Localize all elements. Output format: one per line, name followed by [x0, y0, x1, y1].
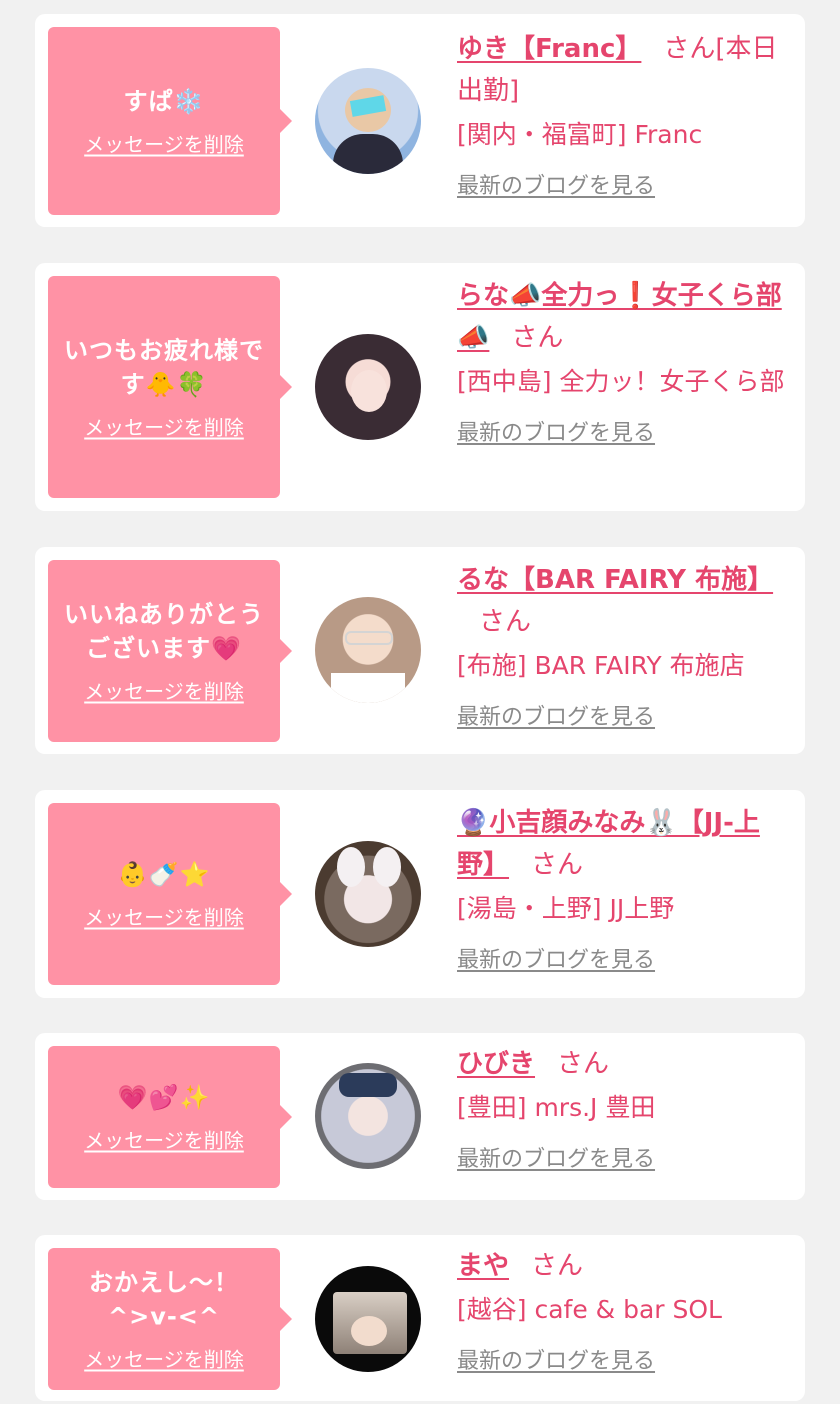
- delete-message-link[interactable]: メッセージを削除: [84, 129, 244, 158]
- avatar[interactable]: [315, 597, 421, 703]
- san-suffix: さん: [531, 850, 584, 880]
- member-info: ひびき さん [豊田] mrs.J 豊田 最新のブログを見る: [457, 1043, 787, 1173]
- member-name-link[interactable]: ゆき【Franc】: [457, 34, 641, 64]
- member-name-link[interactable]: るな【BAR FAIRY 布施】: [457, 565, 773, 595]
- message-text: すぱ❄️: [123, 87, 205, 116]
- view-blog-link[interactable]: 最新のブログを見る: [457, 1343, 655, 1375]
- delete-message-link[interactable]: メッセージを削除: [84, 412, 244, 441]
- member-info: まや さん [越谷] cafe & bar SOL 最新のブログを見る: [457, 1245, 787, 1375]
- message-card: おかえし〜！^>v-<^ メッセージを削除 まや さん [越谷] cafe & b…: [35, 1235, 805, 1401]
- member-name-link[interactable]: らな📣全力っ❗女子くら部📣: [457, 281, 782, 353]
- message-card: 👶🍼⭐ メッセージを削除 🔮小吉顔みなみ🐰【JJ-上野】 さん [湯島・上野] J…: [35, 790, 805, 998]
- san-suffix: さん: [479, 607, 532, 637]
- san-suffix: さん: [531, 1251, 584, 1281]
- delete-message-link[interactable]: メッセージを削除: [84, 902, 244, 931]
- message-bubble: いいねありがとうございます💗 メッセージを削除: [48, 560, 292, 742]
- view-blog-link[interactable]: 最新のブログを見る: [457, 168, 655, 200]
- shop-info: [西中島] 全力ッ！女子くら部: [457, 367, 785, 396]
- avatar-image: [373, 847, 401, 887]
- shop-info: [関内・福富町] Franc: [457, 120, 703, 149]
- message-card: すぱ❄️ メッセージを削除 ゆき【Franc】 さん[本日出勤] [関内・福富町]…: [35, 14, 805, 227]
- avatar-image: [351, 1316, 387, 1346]
- member-name-link[interactable]: 🔮小吉顔みなみ🐰【JJ-上野】: [457, 808, 760, 880]
- delete-message-link[interactable]: メッセージを削除: [84, 1344, 244, 1373]
- avatar[interactable]: [315, 1063, 421, 1169]
- avatar[interactable]: [315, 68, 421, 174]
- shop-info: [越谷] cafe & bar SOL: [457, 1295, 722, 1324]
- message-bubble: 👶🍼⭐ メッセージを削除: [48, 803, 292, 985]
- avatar-image: [333, 134, 403, 174]
- message-bubble: すぱ❄️ メッセージを削除: [48, 27, 292, 215]
- san-suffix: さん: [511, 323, 564, 353]
- avatar-image: [331, 673, 405, 703]
- avatar-image: [337, 847, 365, 887]
- delete-message-link[interactable]: メッセージを削除: [84, 1125, 244, 1154]
- message-bubble: 💗💕✨ メッセージを削除: [48, 1046, 292, 1188]
- view-blog-link[interactable]: 最新のブログを見る: [457, 942, 655, 974]
- message-bubble: いつもお疲れ様です🐥🍀 メッセージを削除: [48, 276, 292, 498]
- message-text: 💗💕✨: [117, 1083, 211, 1112]
- avatar-image: [339, 1073, 397, 1097]
- member-info: るな【BAR FAIRY 布施】さん [布施] BAR FAIRY 布施店 最新…: [457, 559, 787, 731]
- avatar[interactable]: [315, 334, 421, 440]
- message-text: いつもお疲れ様です🐥🍀: [64, 336, 264, 399]
- view-blog-link[interactable]: 最新のブログを見る: [457, 415, 655, 447]
- avatar-image: [351, 370, 387, 412]
- member-info: ゆき【Franc】 さん[本日出勤] [関内・福富町] Franc 最新のブログを…: [457, 28, 787, 200]
- member-name-link[interactable]: ひびき: [457, 1049, 535, 1079]
- avatar[interactable]: [315, 1266, 421, 1372]
- message-card: いつもお疲れ様です🐥🍀 メッセージを削除 らな📣全力っ❗女子くら部📣 さん [西中…: [35, 263, 805, 511]
- shop-info: [豊田] mrs.J 豊田: [457, 1093, 656, 1122]
- shop-info: [湯島・上野] JJ上野: [457, 894, 675, 923]
- member-name-link[interactable]: まや: [457, 1251, 509, 1281]
- message-card: いいねありがとうございます💗 メッセージを削除 るな【BAR FAIRY 布施】…: [35, 547, 805, 754]
- view-blog-link[interactable]: 最新のブログを見る: [457, 699, 655, 731]
- san-suffix: さん: [557, 1049, 610, 1079]
- message-card: 💗💕✨ メッセージを削除 ひびき さん [豊田] mrs.J 豊田 最新のブログを…: [35, 1033, 805, 1200]
- avatar-image: [345, 631, 393, 645]
- member-info: らな📣全力っ❗女子くら部📣 さん [西中島] 全力ッ！女子くら部 最新のブログを見…: [457, 275, 787, 447]
- san-suffix: さん: [663, 34, 716, 64]
- message-text: いいねありがとうございます💗: [64, 600, 264, 663]
- avatar[interactable]: [315, 841, 421, 947]
- delete-message-link[interactable]: メッセージを削除: [84, 676, 244, 705]
- shop-info: [布施] BAR FAIRY 布施店: [457, 651, 745, 680]
- message-text: おかえし〜！^>v-<^: [89, 1268, 239, 1331]
- view-blog-link[interactable]: 最新のブログを見る: [457, 1141, 655, 1173]
- member-info: 🔮小吉顔みなみ🐰【JJ-上野】 さん [湯島・上野] JJ上野 最新のブログを見る: [457, 802, 787, 974]
- message-bubble: おかえし〜！^>v-<^ メッセージを削除: [48, 1248, 292, 1390]
- message-text: 👶🍼⭐: [117, 860, 211, 889]
